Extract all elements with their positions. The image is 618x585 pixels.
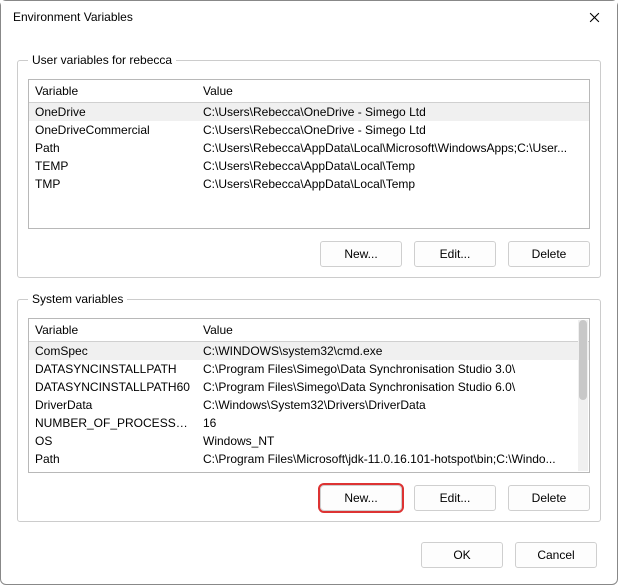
table-row[interactable]: NUMBER_OF_PROCESSORS16: [29, 414, 589, 432]
user-delete-button[interactable]: Delete: [508, 241, 590, 267]
cell-value: C:\Users\Rebecca\AppData\Local\Temp: [197, 157, 589, 175]
user-variables-section: User variables for rebecca Variable Valu…: [17, 53, 601, 278]
table-row[interactable]: PathC:\Users\Rebecca\AppData\Local\Micro…: [29, 139, 589, 157]
scrollbar-thumb[interactable]: [579, 320, 587, 400]
system-table-scrollbar[interactable]: [578, 320, 588, 471]
column-header-variable[interactable]: Variable: [29, 80, 197, 103]
cell-value: 16: [197, 414, 589, 432]
table-row[interactable]: PathC:\Program Files\Microsoft\jdk-11.0.…: [29, 450, 589, 468]
system-section-legend: System variables: [28, 292, 127, 306]
table-row[interactable]: ComSpecC:\WINDOWS\system32\cmd.exe: [29, 342, 589, 361]
table-row[interactable]: TMPC:\Users\Rebecca\AppData\Local\Temp: [29, 175, 589, 193]
cell-value: C:\Users\Rebecca\AppData\Local\Microsoft…: [197, 139, 589, 157]
cell-variable: TMP: [29, 175, 197, 193]
window-title: Environment Variables: [13, 10, 133, 24]
cell-variable: DriverData: [29, 396, 197, 414]
cancel-button[interactable]: Cancel: [515, 542, 597, 568]
table-row[interactable]: DriverDataC:\Windows\System32\Drivers\Dr…: [29, 396, 589, 414]
cell-value: Windows_NT: [197, 432, 589, 450]
column-header-value[interactable]: Value: [197, 319, 589, 342]
user-edit-button[interactable]: Edit...: [414, 241, 496, 267]
close-icon: [589, 12, 600, 23]
cell-variable: NUMBER_OF_PROCESSORS: [29, 414, 197, 432]
close-button[interactable]: [571, 1, 617, 33]
column-header-variable[interactable]: Variable: [29, 319, 197, 342]
cell-variable: OneDriveCommercial: [29, 121, 197, 139]
ok-button[interactable]: OK: [421, 542, 503, 568]
table-row[interactable]: TEMPC:\Users\Rebecca\AppData\Local\Temp: [29, 157, 589, 175]
cell-variable: TEMP: [29, 157, 197, 175]
cell-variable: OS: [29, 432, 197, 450]
cell-variable: ComSpec: [29, 342, 197, 361]
system-variables-table[interactable]: Variable Value ComSpecC:\WINDOWS\system3…: [29, 319, 589, 468]
cell-value: C:\Program Files\Simego\Data Synchronisa…: [197, 378, 589, 396]
cell-variable: Path: [29, 450, 197, 468]
cell-variable: DATASYNCINSTALLPATH60: [29, 378, 197, 396]
cell-value: C:\WINDOWS\system32\cmd.exe: [197, 342, 589, 361]
cell-variable: DATASYNCINSTALLPATH: [29, 360, 197, 378]
column-header-value[interactable]: Value: [197, 80, 589, 103]
table-row[interactable]: DATASYNCINSTALLPATHC:\Program Files\Sime…: [29, 360, 589, 378]
table-row[interactable]: OneDriveCommercialC:\Users\Rebecca\OneDr…: [29, 121, 589, 139]
table-row[interactable]: OSWindows_NT: [29, 432, 589, 450]
cell-value: C:\Users\Rebecca\OneDrive - Simego Ltd: [197, 103, 589, 122]
user-variables-table-wrap: Variable Value OneDriveC:\Users\Rebecca\…: [28, 79, 590, 229]
cell-variable: OneDrive: [29, 103, 197, 122]
system-variables-section: System variables Variable Value ComSpecC…: [17, 292, 601, 522]
cell-value: C:\Windows\System32\Drivers\DriverData: [197, 396, 589, 414]
user-new-button[interactable]: New...: [320, 241, 402, 267]
system-new-button[interactable]: New...: [320, 485, 402, 511]
cell-value: C:\Program Files\Microsoft\jdk-11.0.16.1…: [197, 450, 589, 468]
user-section-legend: User variables for rebecca: [28, 53, 176, 67]
cell-value: C:\Users\Rebecca\OneDrive - Simego Ltd: [197, 121, 589, 139]
system-edit-button[interactable]: Edit...: [414, 485, 496, 511]
cell-value: C:\Program Files\Simego\Data Synchronisa…: [197, 360, 589, 378]
titlebar: Environment Variables: [1, 1, 617, 33]
system-variables-table-wrap: Variable Value ComSpecC:\WINDOWS\system3…: [28, 318, 590, 473]
system-delete-button[interactable]: Delete: [508, 485, 590, 511]
table-row[interactable]: DATASYNCINSTALLPATH60C:\Program Files\Si…: [29, 378, 589, 396]
cell-variable: Path: [29, 139, 197, 157]
cell-value: C:\Users\Rebecca\AppData\Local\Temp: [197, 175, 589, 193]
table-row[interactable]: OneDriveC:\Users\Rebecca\OneDrive - Sime…: [29, 103, 589, 122]
user-variables-table[interactable]: Variable Value OneDriveC:\Users\Rebecca\…: [29, 80, 589, 193]
